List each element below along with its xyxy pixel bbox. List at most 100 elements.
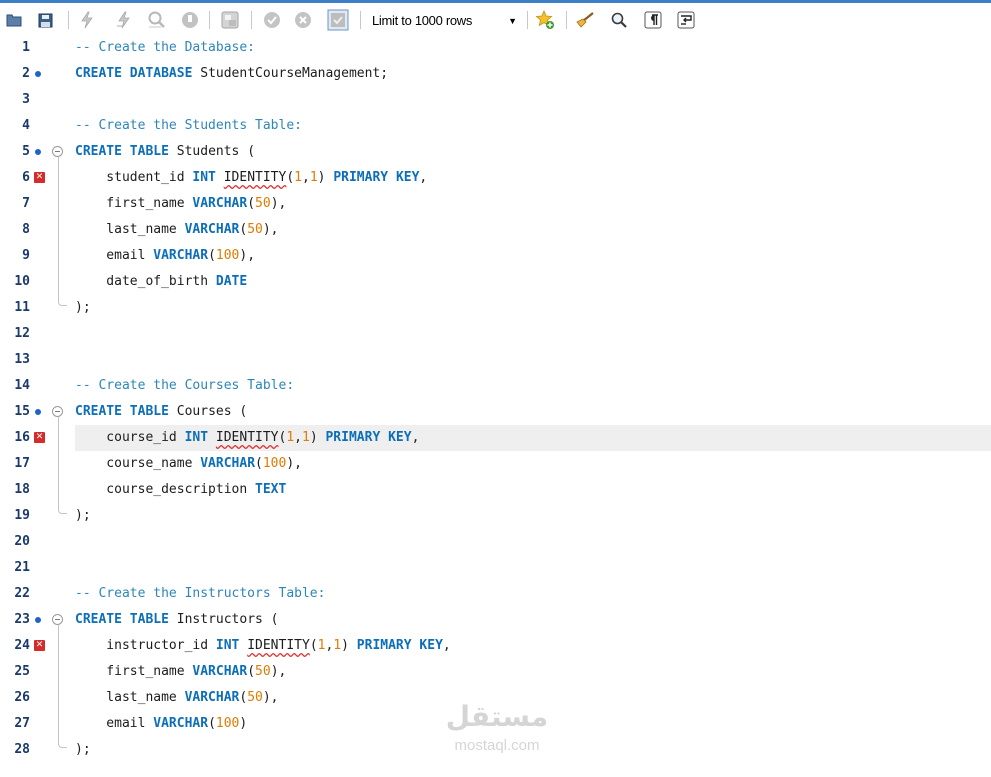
statement-dot-icon	[35, 617, 41, 623]
execute-current-icon[interactable]	[114, 10, 134, 30]
code-text: last_name VARCHAR(50),	[75, 690, 279, 705]
editor-line[interactable]: 22 -- Create the Instructors Table:	[0, 581, 991, 607]
mostaql-watermark: مستقل mostaql.com	[437, 700, 557, 760]
execute-icon[interactable]	[77, 10, 97, 30]
editor-line[interactable]: 20	[0, 529, 991, 555]
syntax-error-marker-icon[interactable]: ✕	[33, 633, 47, 659]
rollback-icon[interactable]	[293, 10, 313, 30]
gutter-marker	[33, 373, 47, 399]
gutter-marker	[33, 295, 47, 321]
editor-line[interactable]: 9 email VARCHAR(100),	[0, 243, 991, 269]
editor-line[interactable]: 3	[0, 87, 991, 113]
code-text: email VARCHAR(100),	[75, 248, 256, 263]
beautify-icon[interactable]	[574, 10, 596, 30]
editor-line[interactable]: 11);	[0, 295, 991, 321]
statement-marker-icon	[33, 399, 47, 425]
fold-toggle-icon[interactable]	[52, 614, 63, 625]
toolbar-separator	[251, 11, 252, 29]
line-number: 27	[14, 716, 30, 731]
editor-line[interactable]: 1 -- Create the Database:	[0, 35, 991, 61]
editor-line[interactable]: 18 course_description TEXT	[0, 477, 991, 503]
line-number: 26	[14, 690, 30, 705]
editor-line[interactable]: 4 -- Create the Students Table:	[0, 113, 991, 139]
code-text: CREATE TABLE Students (	[75, 144, 256, 159]
code-text: CREATE TABLE Instructors (	[75, 612, 279, 627]
gutter-marker	[33, 113, 47, 139]
save-icon[interactable]	[36, 10, 54, 30]
error-x-icon: ✕	[34, 640, 45, 651]
line-number: 3	[22, 92, 30, 107]
editor-line[interactable]: 15 CREATE TABLE Courses (	[0, 399, 991, 425]
statement-marker-icon	[33, 61, 47, 87]
toolbar-separator	[527, 11, 528, 29]
fold-guide-line	[58, 625, 59, 743]
editor-line[interactable]: 13	[0, 347, 991, 373]
line-number: 11	[14, 300, 30, 315]
editor-line[interactable]: 19);	[0, 503, 991, 529]
code-text: course_name VARCHAR(100),	[75, 456, 302, 471]
sql-editor[interactable]: 1 -- Create the Database: 2 CREATE DATABASE…	[0, 35, 991, 777]
error-x-icon: ✕	[34, 432, 45, 443]
editor-line[interactable]: 23 CREATE TABLE Instructors (	[0, 607, 991, 633]
limit-rows-label: Limit to 1000 rows	[372, 13, 473, 28]
line-number: 14	[14, 378, 30, 393]
toolbar-separator	[209, 11, 210, 29]
add-snippet-icon[interactable]	[534, 10, 556, 30]
editor-line[interactable]: 2 CREATE DATABASE StudentCourseManagement…	[0, 61, 991, 87]
stop-icon[interactable]	[180, 10, 200, 30]
line-number: 21	[14, 560, 30, 575]
line-number: 20	[14, 534, 30, 549]
gutter-marker	[33, 685, 47, 711]
editor-line[interactable]: 8 last_name VARCHAR(50),	[0, 217, 991, 243]
code-text: date_of_birth DATE	[75, 274, 248, 289]
editor-line[interactable]: 5 CREATE TABLE Students (	[0, 139, 991, 165]
wrap-icon[interactable]	[676, 10, 696, 30]
fold-guide-line	[58, 417, 59, 509]
folder-open-icon[interactable]	[5, 10, 23, 30]
statement-dot-icon	[35, 71, 41, 77]
editor-line[interactable]: 17 course_name VARCHAR(100),	[0, 451, 991, 477]
fold-toggle-icon[interactable]	[52, 406, 63, 417]
statement-dot-icon	[35, 409, 41, 415]
statement-marker-icon	[33, 607, 47, 633]
editor-line[interactable]: 14 -- Create the Courses Table:	[0, 373, 991, 399]
toggle-results-icon[interactable]	[220, 10, 240, 30]
code-text: -- Create the Database:	[75, 40, 256, 55]
editor-line[interactable]: 25 first_name VARCHAR(50),	[0, 659, 991, 685]
find-icon[interactable]	[608, 10, 630, 30]
code-text: CREATE TABLE Courses (	[75, 404, 248, 419]
editor-line[interactable]: 7 first_name VARCHAR(50),	[0, 191, 991, 217]
invisible-chars-icon[interactable]	[643, 10, 663, 30]
autocommit-icon[interactable]	[326, 9, 350, 31]
explain-icon[interactable]	[146, 10, 168, 30]
line-number: 17	[14, 456, 30, 471]
code-text: -- Create the Instructors Table:	[75, 586, 326, 601]
editor-line[interactable]: 21	[0, 555, 991, 581]
gutter-marker	[33, 191, 47, 217]
limit-rows-select[interactable]: Limit to 1000 rows ▼	[367, 10, 525, 32]
gutter-marker	[33, 243, 47, 269]
editor-line[interactable]: 12	[0, 321, 991, 347]
commit-icon[interactable]	[262, 10, 282, 30]
line-number: 15	[14, 404, 30, 419]
line-number: 12	[14, 326, 30, 341]
code-text: course_id INT IDENTITY(1,1) PRIMARY KEY,	[75, 430, 420, 445]
fold-toggle-icon[interactable]	[52, 146, 63, 157]
code-text: email VARCHAR(100)	[75, 716, 248, 731]
statement-marker-icon	[33, 139, 47, 165]
editor-line[interactable]: 16 ✕ course_id INT IDENTITY(1,1) PRIMARY …	[0, 425, 991, 451]
line-number: 24	[14, 638, 30, 653]
code-text: );	[75, 508, 91, 523]
editor-line[interactable]: 6 ✕ student_id INT IDENTITY(1,1) PRIMARY …	[0, 165, 991, 191]
syntax-error-marker-icon[interactable]: ✕	[33, 165, 47, 191]
watermark-arabic-text: مستقل	[445, 700, 549, 733]
syntax-error-marker-icon[interactable]: ✕	[33, 425, 47, 451]
line-number: 25	[14, 664, 30, 679]
fold-end-marker	[58, 739, 67, 748]
editor-line[interactable]: 10 date_of_birth DATE	[0, 269, 991, 295]
sql-editor-toolbar: Limit to 1000 rows ▼	[0, 3, 991, 34]
editor-line[interactable]: 24 ✕ instructor_id INT IDENTITY(1,1) PRIM…	[0, 633, 991, 659]
chevron-down-icon[interactable]: ▼	[508, 10, 517, 32]
line-number: 19	[14, 508, 30, 523]
line-number: 6	[22, 170, 30, 185]
